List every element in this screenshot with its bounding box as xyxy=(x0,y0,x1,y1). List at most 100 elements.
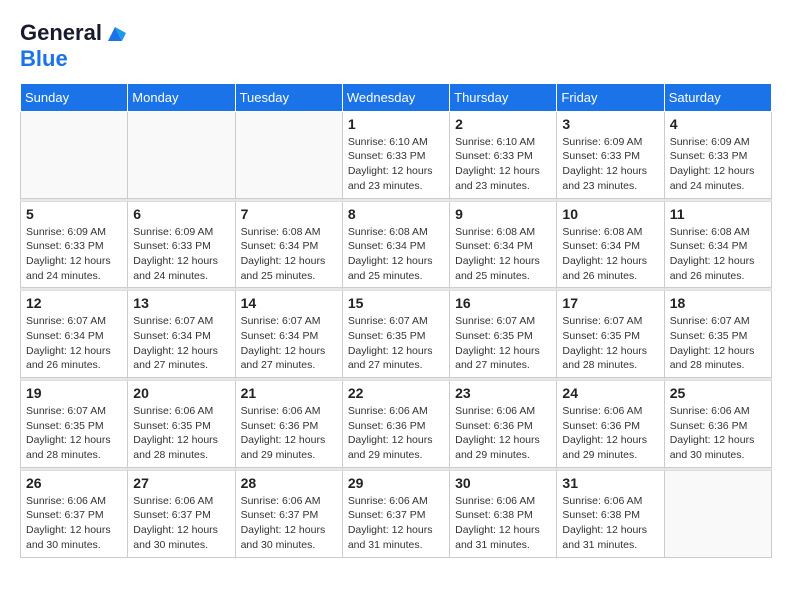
day-info: Sunrise: 6:06 AM Sunset: 6:36 PM Dayligh… xyxy=(562,404,658,463)
day-number: 14 xyxy=(241,295,337,311)
calendar-cell xyxy=(235,111,342,198)
calendar-cell xyxy=(664,470,771,557)
weekday-header-row: SundayMondayTuesdayWednesdayThursdayFrid… xyxy=(21,83,772,111)
calendar-cell: 1 Sunrise: 6:10 AM Sunset: 6:33 PM Daylig… xyxy=(342,111,449,198)
day-info: Sunrise: 6:07 AM Sunset: 6:35 PM Dayligh… xyxy=(26,404,122,463)
calendar-cell: 27 Sunrise: 6:06 AM Sunset: 6:37 PM Dayli… xyxy=(128,470,235,557)
calendar-cell: 17 Sunrise: 6:07 AM Sunset: 6:35 PM Dayli… xyxy=(557,291,664,378)
day-info: Sunrise: 6:07 AM Sunset: 6:35 PM Dayligh… xyxy=(348,314,444,373)
weekday-friday: Friday xyxy=(557,83,664,111)
day-number: 12 xyxy=(26,295,122,311)
calendar-cell: 5 Sunrise: 6:09 AM Sunset: 6:33 PM Daylig… xyxy=(21,201,128,288)
day-info: Sunrise: 6:10 AM Sunset: 6:33 PM Dayligh… xyxy=(455,135,551,194)
day-number: 18 xyxy=(670,295,766,311)
day-info: Sunrise: 6:06 AM Sunset: 6:37 PM Dayligh… xyxy=(26,494,122,553)
week-row-3: 12 Sunrise: 6:07 AM Sunset: 6:34 PM Dayli… xyxy=(21,291,772,378)
day-number: 31 xyxy=(562,475,658,491)
calendar-cell: 26 Sunrise: 6:06 AM Sunset: 6:37 PM Dayli… xyxy=(21,470,128,557)
day-info: Sunrise: 6:09 AM Sunset: 6:33 PM Dayligh… xyxy=(133,225,229,284)
day-info: Sunrise: 6:06 AM Sunset: 6:37 PM Dayligh… xyxy=(133,494,229,553)
day-number: 25 xyxy=(670,385,766,401)
logo-text: General xyxy=(20,20,126,46)
day-info: Sunrise: 6:08 AM Sunset: 6:34 PM Dayligh… xyxy=(670,225,766,284)
day-info: Sunrise: 6:07 AM Sunset: 6:34 PM Dayligh… xyxy=(241,314,337,373)
day-number: 9 xyxy=(455,206,551,222)
calendar-cell: 29 Sunrise: 6:06 AM Sunset: 6:37 PM Dayli… xyxy=(342,470,449,557)
calendar-cell: 3 Sunrise: 6:09 AM Sunset: 6:33 PM Daylig… xyxy=(557,111,664,198)
day-number: 29 xyxy=(348,475,444,491)
calendar-cell: 2 Sunrise: 6:10 AM Sunset: 6:33 PM Daylig… xyxy=(450,111,557,198)
calendar-cell: 31 Sunrise: 6:06 AM Sunset: 6:38 PM Dayli… xyxy=(557,470,664,557)
day-info: Sunrise: 6:06 AM Sunset: 6:38 PM Dayligh… xyxy=(455,494,551,553)
calendar-cell: 18Sunrise: 6:07 AM Sunset: 6:35 PM Dayli… xyxy=(664,291,771,378)
calendar-cell xyxy=(21,111,128,198)
day-number: 24 xyxy=(562,385,658,401)
day-info: Sunrise: 6:06 AM Sunset: 6:36 PM Dayligh… xyxy=(348,404,444,463)
calendar-cell: 4 Sunrise: 6:09 AM Sunset: 6:33 PM Daylig… xyxy=(664,111,771,198)
calendar-cell: 10 Sunrise: 6:08 AM Sunset: 6:34 PM Dayli… xyxy=(557,201,664,288)
day-info: Sunrise: 6:08 AM Sunset: 6:34 PM Dayligh… xyxy=(241,225,337,284)
calendar-cell: 7 Sunrise: 6:08 AM Sunset: 6:34 PM Daylig… xyxy=(235,201,342,288)
calendar-cell: 8Sunrise: 6:08 AM Sunset: 6:34 PM Daylig… xyxy=(342,201,449,288)
day-number: 7 xyxy=(241,206,337,222)
calendar-cell: 21Sunrise: 6:06 AM Sunset: 6:36 PM Dayli… xyxy=(235,381,342,468)
day-number: 28 xyxy=(241,475,337,491)
calendar-cell xyxy=(128,111,235,198)
calendar-cell: 16 Sunrise: 6:07 AM Sunset: 6:35 PM Dayli… xyxy=(450,291,557,378)
day-number: 1 xyxy=(348,116,444,132)
day-number: 5 xyxy=(26,206,122,222)
calendar-cell: 19 Sunrise: 6:07 AM Sunset: 6:35 PM Dayli… xyxy=(21,381,128,468)
day-info: Sunrise: 6:06 AM Sunset: 6:36 PM Dayligh… xyxy=(670,404,766,463)
day-info: Sunrise: 6:06 AM Sunset: 6:37 PM Dayligh… xyxy=(348,494,444,553)
logo-icon xyxy=(104,23,126,45)
day-number: 17 xyxy=(562,295,658,311)
day-info: Sunrise: 6:09 AM Sunset: 6:33 PM Dayligh… xyxy=(670,135,766,194)
day-number: 19 xyxy=(26,385,122,401)
calendar-cell: 23Sunrise: 6:06 AM Sunset: 6:36 PM Dayli… xyxy=(450,381,557,468)
calendar-cell: 20Sunrise: 6:06 AM Sunset: 6:35 PM Dayli… xyxy=(128,381,235,468)
day-info: Sunrise: 6:07 AM Sunset: 6:34 PM Dayligh… xyxy=(26,314,122,373)
logo: General Blue xyxy=(20,20,126,73)
day-number: 23 xyxy=(455,385,551,401)
calendar-cell: 9 Sunrise: 6:08 AM Sunset: 6:34 PM Daylig… xyxy=(450,201,557,288)
day-number: 6 xyxy=(133,206,229,222)
calendar-cell: 13Sunrise: 6:07 AM Sunset: 6:34 PM Dayli… xyxy=(128,291,235,378)
day-number: 3 xyxy=(562,116,658,132)
calendar-cell: 24 Sunrise: 6:06 AM Sunset: 6:36 PM Dayli… xyxy=(557,381,664,468)
logo-blue: Blue xyxy=(20,46,126,72)
day-info: Sunrise: 6:10 AM Sunset: 6:33 PM Dayligh… xyxy=(348,135,444,194)
calendar-cell: 22Sunrise: 6:06 AM Sunset: 6:36 PM Dayli… xyxy=(342,381,449,468)
day-number: 16 xyxy=(455,295,551,311)
weekday-saturday: Saturday xyxy=(664,83,771,111)
day-info: Sunrise: 6:09 AM Sunset: 6:33 PM Dayligh… xyxy=(26,225,122,284)
calendar-cell: 28Sunrise: 6:06 AM Sunset: 6:37 PM Dayli… xyxy=(235,470,342,557)
day-number: 20 xyxy=(133,385,229,401)
calendar-cell: 25 Sunrise: 6:06 AM Sunset: 6:36 PM Dayli… xyxy=(664,381,771,468)
weekday-sunday: Sunday xyxy=(21,83,128,111)
day-info: Sunrise: 6:07 AM Sunset: 6:35 PM Dayligh… xyxy=(455,314,551,373)
page-header: General Blue xyxy=(20,20,772,73)
day-number: 30 xyxy=(455,475,551,491)
calendar-cell: 6 Sunrise: 6:09 AM Sunset: 6:33 PM Daylig… xyxy=(128,201,235,288)
weekday-tuesday: Tuesday xyxy=(235,83,342,111)
day-number: 4 xyxy=(670,116,766,132)
day-info: Sunrise: 6:09 AM Sunset: 6:33 PM Dayligh… xyxy=(562,135,658,194)
weekday-monday: Monday xyxy=(128,83,235,111)
day-info: Sunrise: 6:08 AM Sunset: 6:34 PM Dayligh… xyxy=(455,225,551,284)
calendar-cell: 30 Sunrise: 6:06 AM Sunset: 6:38 PM Dayli… xyxy=(450,470,557,557)
weekday-thursday: Thursday xyxy=(450,83,557,111)
calendar-cell: 15 Sunrise: 6:07 AM Sunset: 6:35 PM Dayli… xyxy=(342,291,449,378)
day-number: 27 xyxy=(133,475,229,491)
day-number: 11 xyxy=(670,206,766,222)
day-info: Sunrise: 6:06 AM Sunset: 6:38 PM Dayligh… xyxy=(562,494,658,553)
day-info: Sunrise: 6:07 AM Sunset: 6:34 PM Dayligh… xyxy=(133,314,229,373)
day-number: 26 xyxy=(26,475,122,491)
weekday-wednesday: Wednesday xyxy=(342,83,449,111)
day-info: Sunrise: 6:08 AM Sunset: 6:34 PM Dayligh… xyxy=(562,225,658,284)
day-number: 10 xyxy=(562,206,658,222)
day-number: 15 xyxy=(348,295,444,311)
week-row-2: 5 Sunrise: 6:09 AM Sunset: 6:33 PM Daylig… xyxy=(21,201,772,288)
calendar-cell: 11 Sunrise: 6:08 AM Sunset: 6:34 PM Dayli… xyxy=(664,201,771,288)
day-info: Sunrise: 6:07 AM Sunset: 6:35 PM Dayligh… xyxy=(562,314,658,373)
day-number: 2 xyxy=(455,116,551,132)
